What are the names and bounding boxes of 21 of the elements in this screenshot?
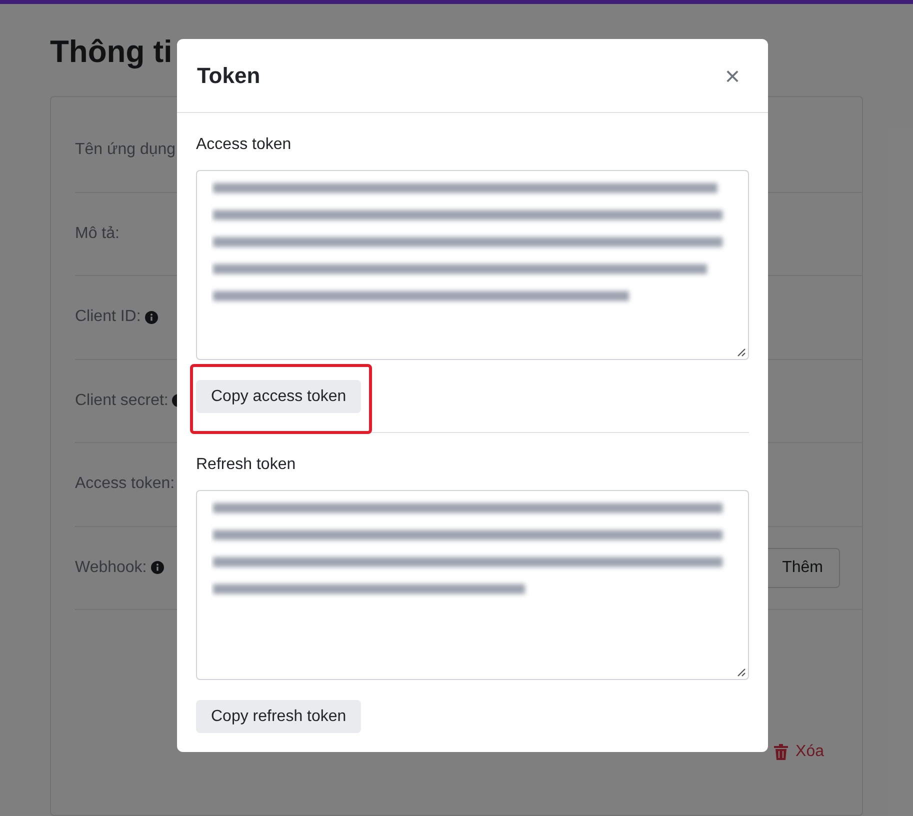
- field-label: Client ID:: [75, 305, 158, 330]
- resize-handle-icon: [737, 668, 746, 677]
- trash-icon: [774, 744, 788, 760]
- delete-button[interactable]: Xóa: [774, 740, 824, 764]
- dialog-title: Token: [197, 62, 260, 90]
- section-label: Access token: [196, 135, 292, 155]
- copy-button[interactable]: Copy access token: [196, 380, 362, 413]
- field-label: Webhook:: [75, 556, 164, 580]
- info-icon: [144, 310, 158, 324]
- section-label: Refresh token: [196, 455, 297, 475]
- add-button[interactable]: Thêm: [765, 548, 840, 588]
- close-button[interactable]: ×: [716, 62, 748, 88]
- page-title: Thông ti: [50, 33, 174, 71]
- copy-button[interactable]: Copy refresh token: [196, 700, 362, 733]
- field-label: Access token:: [75, 474, 175, 494]
- field-label: Mô tả:: [75, 224, 120, 244]
- token-textarea[interactable]: [196, 490, 749, 680]
- field-label: Tên ứng dụng: [75, 140, 176, 160]
- resize-handle-icon: [737, 348, 746, 357]
- token-textarea[interactable]: [196, 170, 749, 360]
- info-icon: [150, 561, 164, 574]
